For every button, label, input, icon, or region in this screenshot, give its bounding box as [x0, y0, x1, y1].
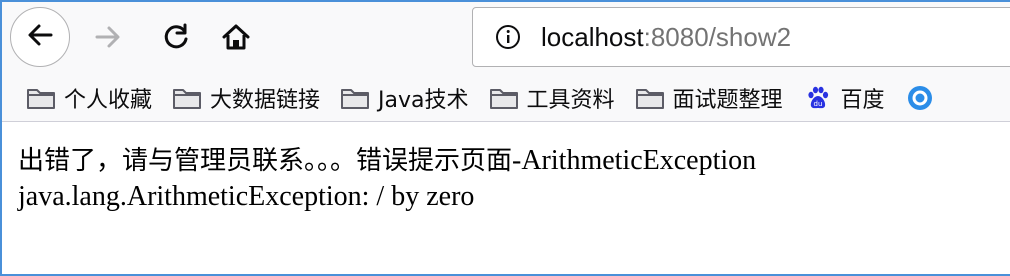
home-icon	[220, 21, 252, 57]
bookmark-folder-tools[interactable]: 工具资料	[489, 78, 615, 118]
bookmark-folder-bigdata[interactable]: 大数据链接	[172, 78, 320, 118]
bookmark-label: 百度	[840, 87, 885, 113]
url-path: :8080/show2	[643, 21, 792, 52]
exception-message: java.lang.ArithmeticException: / by zero	[18, 181, 475, 212]
bookmark-label: 工具资料	[526, 87, 615, 113]
folder-icon	[26, 86, 56, 110]
reload-icon	[161, 22, 191, 56]
folder-icon	[172, 86, 202, 110]
reload-button[interactable]	[154, 17, 198, 61]
arrow-right-icon	[93, 22, 123, 56]
bookmark-folder-interview[interactable]: 面试题整理	[635, 78, 783, 118]
bookmark-label: 个人收藏	[64, 87, 153, 113]
bookmarks-toolbar: 个人收藏 大数据链接 Java技术 工具资料 面试题整理 du 百度	[2, 74, 1010, 122]
bookmark-folder-favorites[interactable]: 个人收藏	[26, 78, 152, 118]
address-bar[interactable]: localhost:8080/show2	[472, 7, 1010, 67]
info-icon[interactable]	[495, 24, 521, 50]
bookmark-folder-java[interactable]: Java技术	[340, 78, 469, 118]
back-button[interactable]	[10, 7, 70, 67]
svg-text:du: du	[813, 100, 822, 108]
bookmark-baidu[interactable]: du 百度	[803, 78, 885, 118]
bookmark-label: Java技术	[378, 87, 469, 113]
circle-logo-icon	[905, 85, 935, 110]
home-button[interactable]	[214, 17, 258, 61]
browser-window: localhost:8080/show2 个人收藏 大数据链接 Java技术 工…	[0, 0, 1010, 276]
error-prefix: 出错了，请与管理员联系。。。错误提示页面	[18, 146, 513, 176]
error-suffix: -ArithmeticException	[512, 145, 757, 176]
url-text: localhost:8080/show2	[541, 22, 791, 53]
forward-button[interactable]	[86, 17, 130, 61]
folder-icon	[635, 86, 665, 110]
arrow-left-icon	[25, 20, 55, 54]
navigation-toolbar: localhost:8080/show2	[2, 2, 1010, 74]
page-content: 出错了，请与管理员联系。。。错误提示页面-ArithmeticException…	[18, 142, 1008, 214]
bookmark-overflow[interactable]	[905, 78, 943, 118]
bookmark-label: 面试题整理	[672, 87, 783, 113]
baidu-paw-icon: du	[803, 86, 833, 110]
error-heading: 出错了，请与管理员联系。。。错误提示页面-ArithmeticException	[18, 142, 1008, 180]
folder-icon	[489, 86, 519, 110]
bookmark-label: 大数据链接	[210, 87, 321, 113]
url-host: localhost	[541, 21, 644, 52]
folder-icon	[340, 86, 370, 110]
